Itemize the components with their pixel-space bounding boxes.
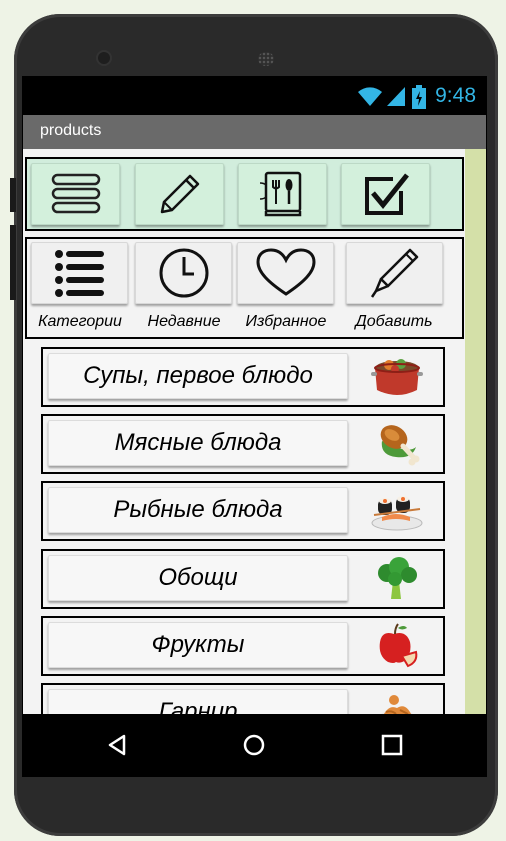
phone-top-bezel [14, 14, 498, 84]
heart-icon [255, 248, 316, 296]
app-bar: products [23, 115, 486, 149]
nav-add-button[interactable] [346, 242, 443, 304]
menu-icon [51, 173, 100, 214]
category-image [369, 620, 425, 672]
chicken-leg-icon [380, 425, 420, 466]
list-icon [54, 250, 104, 297]
recipes-button[interactable] [238, 163, 327, 225]
category-button-fish[interactable]: Рыбные блюда [48, 487, 348, 533]
nav-add-label: Добавить [355, 313, 433, 330]
edit-button[interactable] [135, 163, 224, 225]
broccoli-icon [378, 557, 417, 599]
category-button-fruits[interactable]: Фрукты [48, 622, 348, 668]
app-title: products [40, 122, 102, 139]
category-item: Мясные блюда [41, 414, 445, 474]
apple-icon [379, 623, 418, 668]
category-item: Супы, первое блюдо [41, 347, 445, 407]
volume-down-button [10, 225, 16, 300]
screen: 9:48 products Категории Недавние Избранн… [22, 76, 487, 777]
pencil-icon [160, 174, 199, 214]
category-item: Обощи [41, 549, 445, 609]
checkbox-icon [364, 173, 409, 215]
clock-time: 9:48 [435, 84, 476, 107]
wifi-icon [358, 87, 382, 106]
soup-pot-icon [371, 359, 423, 395]
category-button-meat[interactable]: Мясные блюда [48, 420, 348, 466]
nav-favorites-button[interactable] [237, 242, 334, 304]
sushi-icon [371, 496, 423, 531]
battery-icon [412, 85, 426, 109]
clock-icon [159, 248, 208, 298]
home-icon[interactable] [243, 734, 265, 756]
nav-favorites-label: Избранное [245, 313, 327, 330]
recipe-book-icon [259, 171, 301, 217]
category-item: Фрукты [41, 616, 445, 676]
category-item: Рыбные блюда [41, 481, 445, 541]
system-nav-bar [23, 714, 486, 776]
status-bar: 9:48 [23, 77, 486, 115]
navigation-panel: Категории Недавние Избранное Добавить [25, 237, 464, 339]
menu-button[interactable] [31, 163, 120, 225]
back-icon[interactable] [107, 734, 127, 756]
signal-icon [387, 87, 405, 106]
category-image [369, 351, 425, 403]
category-button-soups[interactable]: Супы, первое блюдо [48, 353, 348, 399]
front-camera [98, 52, 110, 64]
recents-icon[interactable] [381, 734, 403, 756]
nav-recent-button[interactable] [135, 242, 232, 304]
category-image [369, 418, 425, 470]
toolbar-panel [25, 157, 464, 231]
nav-categories-label: Категории [38, 313, 122, 330]
earpiece-speaker [258, 52, 274, 66]
volume-up-button [10, 178, 16, 212]
nav-recent-label: Недавние [147, 313, 221, 330]
category-image [369, 553, 425, 605]
pen-icon [370, 248, 418, 298]
category-image [369, 485, 425, 537]
nav-categories-button[interactable] [31, 242, 128, 304]
scroll-strip [465, 149, 486, 719]
category-button-vegetables[interactable]: Обощи [48, 555, 348, 601]
checklist-button[interactable] [341, 163, 430, 225]
